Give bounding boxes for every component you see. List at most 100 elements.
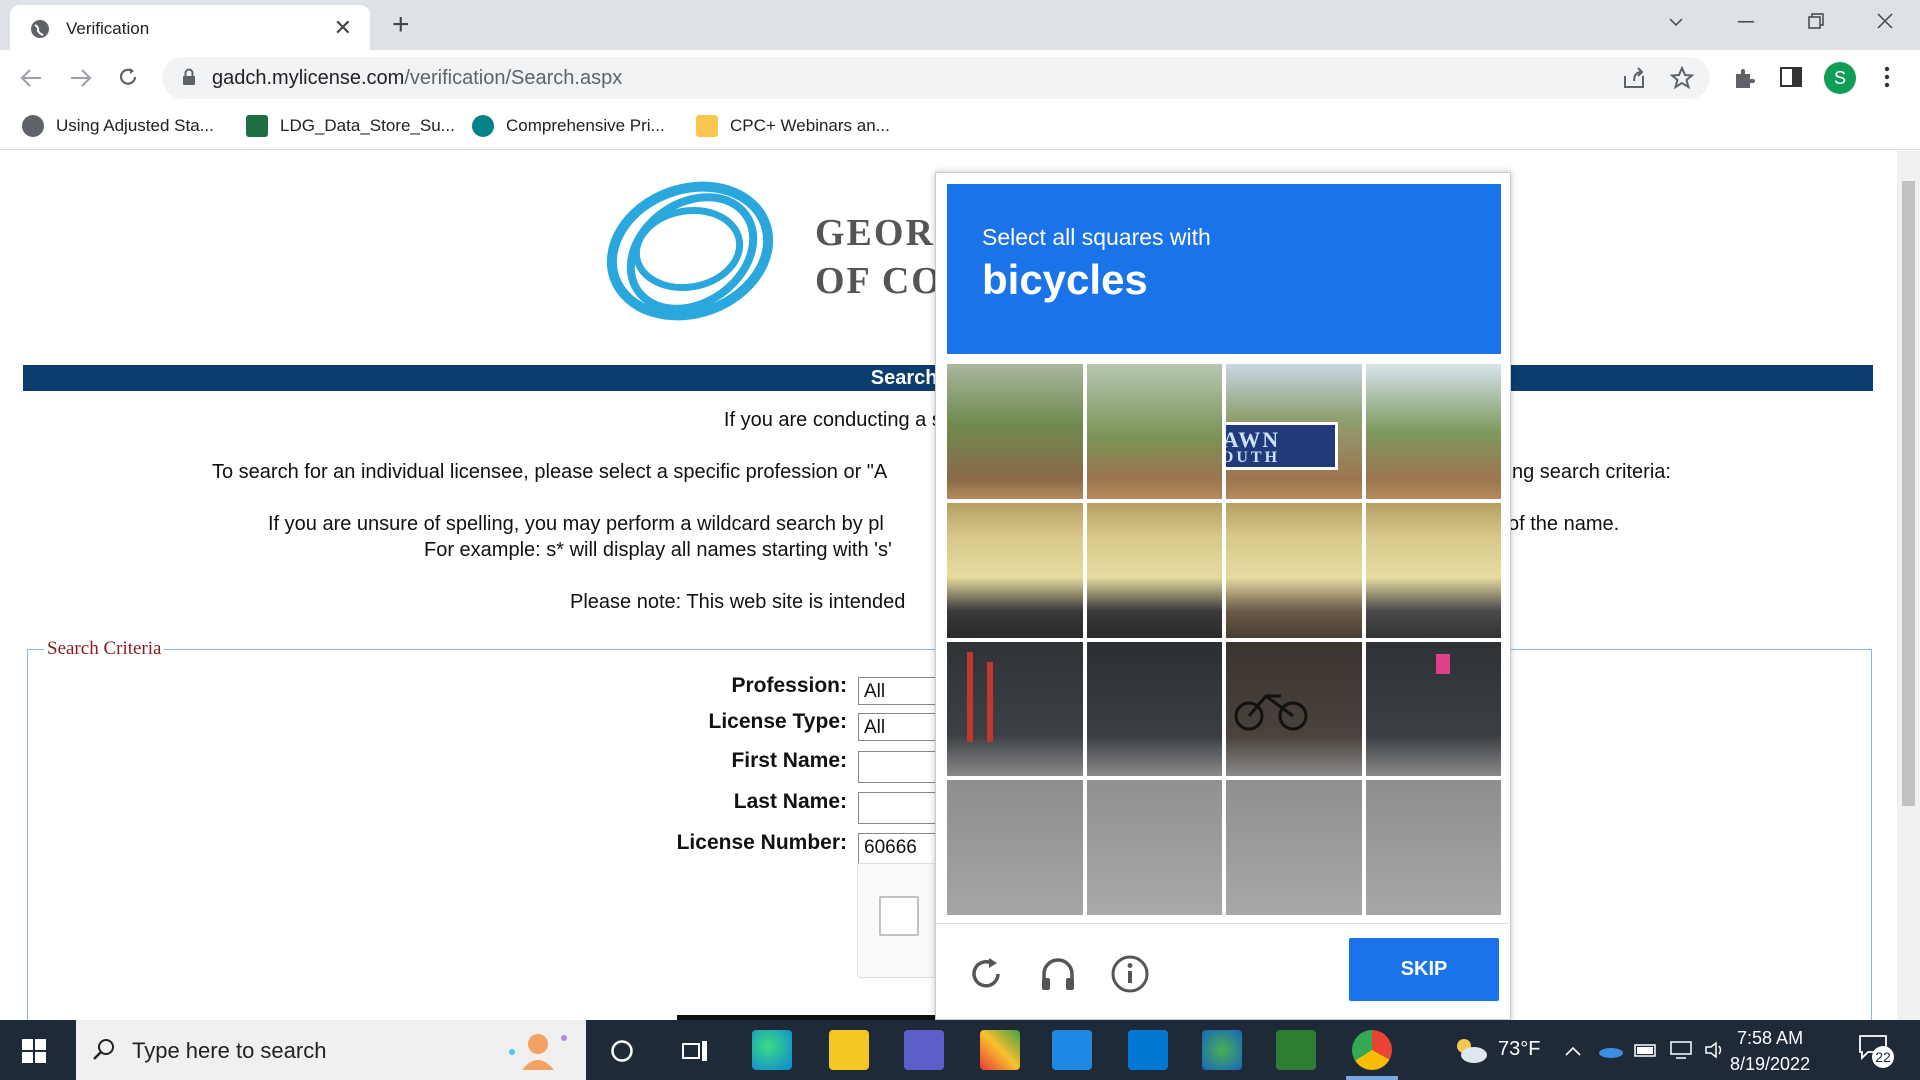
board-name: GEOR OF CO: [815, 209, 943, 305]
captcha-tile[interactable]: [1365, 364, 1501, 499]
bookmark-1[interactable]: Using Adjusted Sta...: [22, 115, 214, 137]
captcha-tile[interactable]: [1086, 364, 1222, 499]
url-text: gadch.mylicense.com/verification/Search.…: [212, 67, 622, 90]
license-type-select[interactable]: All: [858, 713, 938, 741]
page-scrollbar[interactable]: [1897, 151, 1920, 1020]
extensions-icon[interactable]: [1732, 66, 1756, 90]
tab-title: Verification: [66, 19, 150, 38]
info-icon[interactable]: [1110, 954, 1150, 994]
bookmarks-bar: Using Adjusted Sta... LDG_Data_Store_Su.…: [0, 105, 1920, 150]
volume-icon[interactable]: [1704, 1040, 1726, 1060]
search-highlight-icon: [509, 1034, 567, 1070]
chrome-icon[interactable]: [1352, 1030, 1392, 1070]
windows-start-icon[interactable]: [22, 1039, 46, 1063]
reload-icon[interactable]: [117, 66, 139, 88]
tab-close-icon[interactable]: ✕: [334, 15, 352, 41]
globe-app-icon[interactable]: [1202, 1030, 1242, 1070]
recaptcha-checkbox[interactable]: [879, 896, 919, 936]
scrollbar-thumb[interactable]: [1902, 181, 1915, 806]
pawn-sign: PAWN SOUTH: [1226, 422, 1338, 470]
window-close-icon[interactable]: [1877, 13, 1893, 29]
captcha-tile[interactable]: [1086, 780, 1222, 915]
onedrive-icon[interactable]: [1598, 1044, 1624, 1058]
media-app-icon[interactable]: [1276, 1030, 1316, 1070]
notification-center[interactable]: 22: [1858, 1034, 1894, 1068]
vscode-icon[interactable]: [1128, 1030, 1168, 1070]
brand-line-1: GEOR: [815, 212, 935, 254]
captcha-tile[interactable]: [1365, 641, 1501, 777]
tab-verification[interactable]: Verification ✕: [10, 5, 370, 50]
captcha-tile[interactable]: PAWN SOUTH: [1226, 364, 1362, 499]
intro-line: Please note: This web site is intended: [570, 591, 906, 613]
taskbar-search[interactable]: Type here to search: [76, 1020, 586, 1080]
sharepoint-icon: [472, 115, 494, 137]
pink-sign: [1435, 653, 1450, 674]
intro-line: For example: s* will display all names s…: [424, 539, 892, 561]
license-number-label: License Number:: [676, 831, 847, 854]
app-s-icon[interactable]: [1052, 1030, 1092, 1070]
captcha-footer: SKIP: [936, 923, 1512, 1021]
bookmark-label: LDG_Data_Store_Su...: [280, 116, 455, 135]
side-panel-icon[interactable]: [1780, 67, 1802, 87]
bookmark-4[interactable]: CPC+ Webinars an...: [696, 115, 890, 137]
bookmark-3[interactable]: Comprehensive Pri...: [472, 115, 665, 137]
new-tab-button[interactable]: +: [392, 8, 410, 42]
bookmark-label: Using Adjusted Sta...: [56, 116, 214, 135]
profile-avatar[interactable]: S: [1824, 62, 1856, 94]
captcha-header: Select all squares with bicycles: [947, 184, 1501, 354]
captcha-tile[interactable]: [947, 502, 1083, 638]
battery-icon[interactable]: [1634, 1042, 1658, 1058]
weather-icon[interactable]: [1452, 1036, 1488, 1064]
network-icon[interactable]: [1668, 1040, 1694, 1060]
captcha-tile[interactable]: [1226, 641, 1362, 777]
back-icon[interactable]: [20, 68, 42, 88]
ladder: [987, 661, 993, 742]
captcha-tile[interactable]: [1365, 780, 1501, 915]
edge-icon[interactable]: [752, 1030, 792, 1070]
license-number-input[interactable]: 60666: [858, 833, 938, 865]
bookmark-2[interactable]: LDG_Data_Store_Su...: [246, 115, 455, 137]
app-diamond-icon[interactable]: [980, 1030, 1020, 1070]
captcha-tile[interactable]: [947, 780, 1083, 915]
intro-line-right: ng search criteria:: [1512, 461, 1671, 483]
task-view-icon[interactable]: [682, 1039, 708, 1063]
taskbar-clock[interactable]: 7:58 AM 8/19/2022: [1730, 1025, 1810, 1077]
weather-temp[interactable]: 73°F: [1498, 1038, 1540, 1061]
captcha-target: bicycles: [982, 256, 1148, 303]
last-name-input[interactable]: [858, 792, 938, 824]
notification-count-badge: 22: [1872, 1046, 1894, 1068]
lock-icon[interactable]: [182, 68, 196, 86]
captcha-tile[interactable]: [1226, 502, 1362, 638]
captcha-tile[interactable]: [1226, 780, 1362, 915]
profession-select[interactable]: All: [858, 677, 938, 705]
browser-toolbar: gadch.mylicense.com/verification/Search.…: [0, 50, 1920, 105]
captcha-tile[interactable]: [947, 641, 1083, 777]
captcha-tile[interactable]: [947, 364, 1083, 499]
skip-button[interactable]: SKIP: [1349, 938, 1499, 1001]
restore-icon[interactable]: [1808, 13, 1824, 29]
reload-challenge-icon[interactable]: [966, 954, 1006, 994]
url-path: /verification/Search.aspx: [404, 67, 623, 89]
captcha-tile[interactable]: [1086, 641, 1222, 777]
address-bar[interactable]: gadch.mylicense.com/verification/Search.…: [162, 57, 1710, 99]
teams-icon[interactable]: [904, 1030, 944, 1070]
file-explorer-icon[interactable]: [829, 1030, 869, 1070]
url-host: gadch.mylicense.com: [212, 67, 405, 89]
minimize-icon[interactable]: [1738, 20, 1754, 24]
captcha-tile[interactable]: [1086, 502, 1222, 638]
globe-icon: [31, 20, 49, 38]
cortana-icon[interactable]: [610, 1039, 634, 1063]
first-name-input[interactable]: [858, 751, 938, 783]
share-icon[interactable]: [1622, 67, 1646, 89]
bookmark-star-icon[interactable]: [1670, 66, 1694, 90]
captcha-tile[interactable]: [1365, 502, 1501, 638]
tab-strip: Verification ✕ +: [0, 0, 1920, 50]
intro-line: To search for an individual licensee, pl…: [212, 461, 888, 483]
audio-challenge-icon[interactable]: [1038, 954, 1078, 994]
search-criteria-legend: Search Criteria: [44, 638, 165, 660]
menu-kebab-icon[interactable]: [1884, 66, 1890, 88]
forward-icon[interactable]: [70, 68, 92, 88]
chevron-up-icon[interactable]: [1565, 1046, 1581, 1056]
tab-search-icon[interactable]: [1668, 14, 1684, 30]
clock-date: 8/19/2022: [1730, 1054, 1811, 1074]
